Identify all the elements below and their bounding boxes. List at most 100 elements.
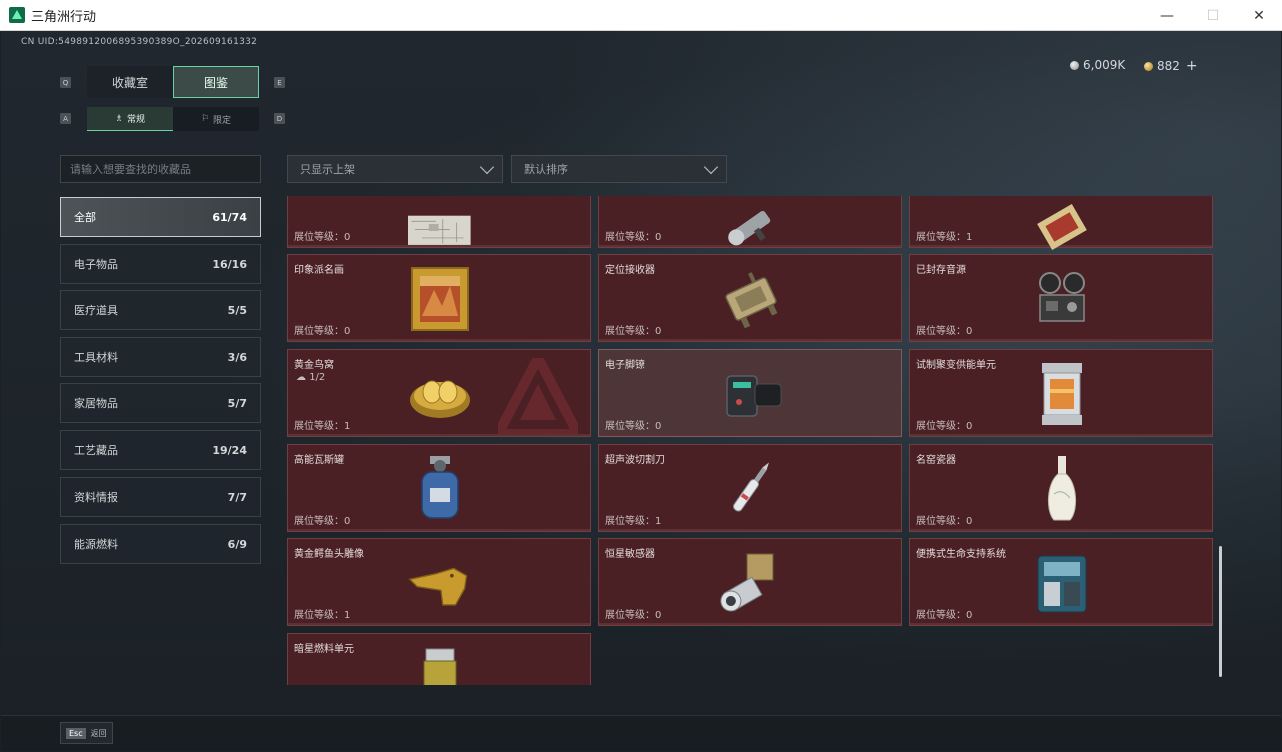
- key-hint-e: E: [274, 77, 285, 88]
- display-level: 展位等级：0: [916, 326, 973, 337]
- film-projector-icon: [1030, 263, 1094, 335]
- collection-card[interactable]: 试制聚变供能单元 展位等级：0: [909, 349, 1213, 437]
- collection-card[interactable]: 超声波切割刀 展位等级：1: [598, 444, 902, 532]
- display-level: 展位等级：1: [605, 516, 662, 527]
- category-count: 6/9: [227, 537, 247, 551]
- key-hint-q: Q: [60, 77, 71, 88]
- silver-coin-icon: [1070, 60, 1079, 70]
- collection-card[interactable]: 黄金鳄鱼头雕像 展位等级：1: [287, 538, 591, 626]
- collection-card[interactable]: 恒星敏感器 展位等级：0: [598, 538, 902, 626]
- display-level: 展位等级：0: [605, 326, 662, 337]
- flashlight-icon: [719, 196, 783, 263]
- collection-card[interactable]: 电子脚镣 展位等级：0: [598, 349, 902, 437]
- minimize-button[interactable]: —: [1144, 0, 1190, 31]
- collection-grid: 展位等级：0 展位等级：0 展位等级：1 印象派名画 展位等级：0 定位接收器: [287, 196, 1217, 685]
- bottom-bar: Esc 返回: [1, 715, 1281, 751]
- collection-card[interactable]: 展位等级：0: [287, 196, 591, 248]
- display-level: 展位等级：0: [294, 516, 351, 527]
- collection-card[interactable]: 展位等级：0: [598, 196, 902, 248]
- category-label: 工艺藏品: [74, 444, 118, 457]
- item-name: 恒星敏感器: [605, 549, 655, 560]
- maximize-button[interactable]: ☐: [1190, 0, 1236, 31]
- esc-key-hint: Esc: [66, 727, 86, 739]
- collection-card[interactable]: 暗星燃料单元: [287, 633, 591, 685]
- category-label: 工具材料: [74, 351, 118, 364]
- display-filter-value: 只显示上架: [300, 163, 355, 176]
- category-intel[interactable]: 资料情报 7/7: [60, 477, 261, 517]
- window-titlebar: 三角洲行动 — ☐ ✕: [0, 0, 1282, 31]
- display-level: 展位等级：0: [294, 232, 351, 243]
- item-name: 超声波切割刀: [605, 455, 665, 466]
- search-input[interactable]: 请输入想要查找的收藏品: [60, 155, 261, 183]
- category-fuel[interactable]: 能源燃料 6/9: [60, 524, 261, 564]
- painting-icon: [408, 263, 472, 335]
- sort-dropdown[interactable]: 默认排序: [511, 155, 727, 183]
- display-filter-dropdown[interactable]: 只显示上架: [287, 155, 503, 183]
- add-currency-button[interactable]: +: [1186, 58, 1198, 74]
- golden-nest-icon: [408, 358, 472, 430]
- collection-card[interactable]: 展位等级：1: [909, 196, 1213, 250]
- life-support-icon: [1030, 547, 1094, 619]
- subtab-regular[interactable]: ♗ 常规: [87, 107, 173, 131]
- category-label: 医疗道具: [74, 304, 118, 317]
- item-name: 已封存音源: [916, 265, 966, 276]
- category-count: 3/6: [227, 350, 247, 364]
- gps-receiver-icon: [719, 263, 783, 335]
- item-name: 试制聚变供能单元: [916, 360, 996, 371]
- category-electronics[interactable]: 电子物品 16/16: [60, 244, 261, 284]
- collection-card[interactable]: 已封存音源 展位等级：0: [909, 254, 1213, 342]
- grid-scrollbar[interactable]: [1219, 546, 1222, 677]
- close-button[interactable]: ✕: [1236, 0, 1282, 31]
- category-all[interactable]: 全部 61/74: [60, 197, 261, 237]
- category-label: 电子物品: [74, 258, 118, 271]
- tab-catalog[interactable]: 图鉴: [173, 66, 259, 98]
- gold-crocodile-icon: [408, 547, 472, 619]
- silver-currency: 6,009K: [1070, 58, 1125, 72]
- category-count: 5/7: [227, 396, 247, 410]
- delta-watermark-icon: [498, 358, 578, 434]
- category-label: 资料情报: [74, 491, 118, 504]
- collection-card[interactable]: 便携式生命支持系统 展位等级：0: [909, 538, 1213, 626]
- display-level: 展位等级：1: [294, 610, 351, 621]
- star-sensor-icon: [719, 547, 783, 619]
- item-name: 电子脚镣: [605, 360, 645, 371]
- chevron-down-icon: [703, 159, 719, 175]
- collection-card[interactable]: 定位接收器 展位等级：0: [598, 254, 902, 342]
- fuel-cell-icon: [408, 642, 472, 685]
- ankle-monitor-icon: [719, 358, 783, 430]
- item-name: 黄金鳄鱼头雕像: [294, 549, 364, 560]
- item-name: 黄金鸟窝: [294, 360, 334, 371]
- subtab-regular-label: 常规: [127, 115, 146, 125]
- category-medical[interactable]: 医疗道具 5/5: [60, 290, 261, 330]
- item-progress: ☁ 1/2: [296, 372, 325, 383]
- collection-card[interactable]: 黄金鸟窝 ☁ 1/2 展位等级：1: [287, 349, 591, 437]
- collection-card[interactable]: 印象派名画 展位等级：0: [287, 254, 591, 342]
- display-level: 展位等级：0: [294, 326, 351, 337]
- gold-amount: 882: [1157, 59, 1180, 73]
- porcelain-vase-icon: [1030, 453, 1094, 525]
- gold-coin-icon: [1144, 61, 1153, 71]
- category-label: 全部: [74, 211, 96, 224]
- category-crafts[interactable]: 工艺藏品 19/24: [60, 430, 261, 470]
- subtab-limited[interactable]: ⚐ 限定: [173, 107, 259, 131]
- item-name: 便携式生命支持系统: [916, 549, 1006, 560]
- category-tools[interactable]: 工具材料 3/6: [60, 337, 261, 377]
- chess-piece-icon: ♗: [114, 113, 124, 124]
- key-hint-a: A: [60, 113, 71, 124]
- item-name: 名窑瓷器: [916, 455, 956, 466]
- key-hint-d: D: [274, 113, 285, 124]
- collection-card[interactable]: 高能瓦斯罐 展位等级：0: [287, 444, 591, 532]
- collection-card[interactable]: 名窑瓷器 展位等级：0: [909, 444, 1213, 532]
- category-count: 16/16: [212, 257, 247, 271]
- flag-icon: ⚐: [200, 114, 210, 124]
- item-name: 定位接收器: [605, 265, 655, 276]
- category-household[interactable]: 家居物品 5/7: [60, 383, 261, 423]
- back-button[interactable]: Esc 返回: [60, 722, 113, 744]
- item-name: 高能瓦斯罐: [294, 455, 344, 466]
- display-level: 展位等级：0: [916, 610, 973, 621]
- gas-canister-icon: [408, 453, 472, 525]
- display-level: 展位等级：1: [916, 232, 973, 243]
- display-level: 展位等级：0: [605, 421, 662, 432]
- tab-collection-room[interactable]: 收藏室: [87, 66, 173, 98]
- app-logo-icon: [9, 7, 25, 23]
